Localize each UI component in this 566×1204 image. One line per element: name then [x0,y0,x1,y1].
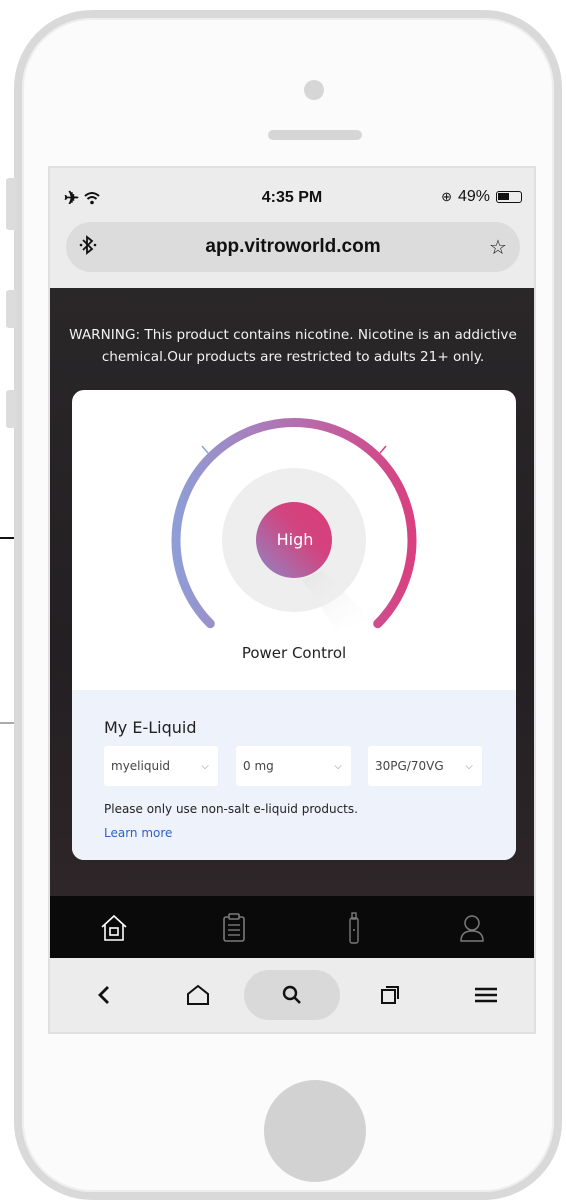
bluetooth-icon[interactable] [66,234,110,260]
status-bar: ✈ 4:35 PM ⊕ 49% [50,168,534,216]
tab-home-icon[interactable] [96,910,132,946]
eliquid-note: Please only use non-salt e-liquid produc… [104,802,358,816]
battery-icon [496,191,522,203]
strength-value: 0 mg [243,759,274,773]
tabs-button[interactable] [370,970,410,1020]
ratio-dropdown[interactable]: 30PG/70VG ⌵ [368,746,482,786]
url-text: app.vitroworld.com [205,236,381,257]
flavor-dropdown[interactable]: myeliquid ⌵ [104,746,218,786]
phone-screen: ✈ 4:35 PM ⊕ 49% app.vitroworld.com ☆ WAR… [48,166,536,1034]
bookmark-star-icon[interactable]: ☆ [476,235,520,259]
search-icon [282,985,301,1004]
back-icon [98,986,109,1004]
front-camera [304,80,324,100]
earpiece-speaker [268,130,362,140]
volume-up-button [6,290,16,328]
ratio-value: 30PG/70VG [375,759,444,773]
tab-clipboard-icon[interactable] [216,910,252,946]
tab-device-icon[interactable] [336,910,372,946]
arc-tick-right [379,445,387,454]
search-button[interactable] [244,970,340,1020]
device-card: High Power Control My E-Liquid myeliquid… [72,390,516,860]
browser-nav-bar [50,958,534,1032]
home-icon [187,984,209,1005]
arc-tick-left [201,445,209,454]
side-button [6,178,16,230]
browser-address-bar: app.vitroworld.com ☆ [50,216,534,288]
url-field[interactable]: app.vitroworld.com ☆ [66,222,520,272]
orientation-lock-icon: ⊕ [441,189,452,204]
back-button[interactable] [84,970,124,1020]
eliquid-panel: My E-Liquid myeliquid ⌵ 0 mg ⌵ 30PG/70VG… [72,690,516,860]
power-level-label: High [276,530,314,549]
nicotine-warning: WARNING: This product contains nicotine.… [69,327,517,365]
strength-dropdown[interactable]: 0 mg ⌵ [236,746,351,786]
chevron-down-icon: ⌵ [201,760,209,772]
home-nav-button[interactable] [178,970,218,1020]
learn-more-link[interactable]: Learn more [104,826,172,840]
flavor-value: myeliquid [111,759,171,773]
chevron-down-icon: ⌵ [334,760,342,772]
eliquid-title: My E-Liquid [104,718,197,737]
menu-icon [475,987,497,1003]
tab-user-icon[interactable] [454,910,490,946]
menu-button[interactable] [464,970,508,1020]
home-button[interactable] [264,1080,366,1182]
chevron-down-icon: ⌵ [465,760,473,772]
power-control-label: Power Control [241,644,347,662]
app-tab-bar [50,896,534,958]
battery-percent: 49% [457,188,490,205]
tabs-icon [381,986,399,1004]
status-right: ⊕ 49% [441,188,522,206]
volume-down-button [6,390,16,428]
web-content: WARNING: This product contains nicotine.… [50,288,534,896]
